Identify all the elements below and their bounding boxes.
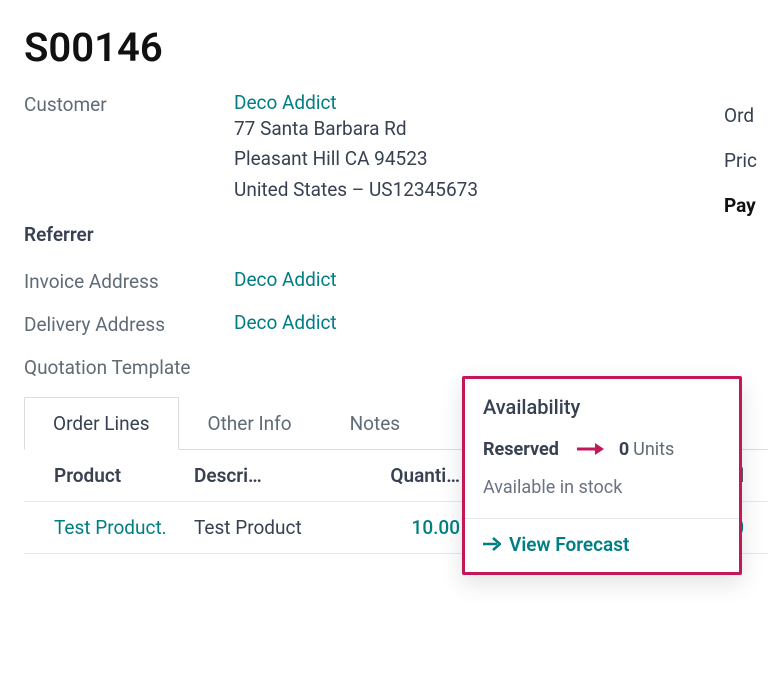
arrow-right-icon [483, 533, 501, 556]
right-label-pay: Pay [724, 194, 768, 217]
customer-label: Customer [24, 91, 234, 116]
reserved-value: 0 [619, 439, 629, 460]
tab-order-lines[interactable]: Order Lines [24, 397, 179, 450]
tab-other-info[interactable]: Other Info [179, 397, 321, 449]
availability-title: Availability [483, 395, 721, 419]
cell-description: Test Product [194, 516, 344, 539]
customer-row: Customer Deco Addict 77 Santa Barbara Rd… [24, 91, 768, 205]
view-forecast-link[interactable]: View Forecast [483, 533, 629, 556]
invoice-address-label: Invoice Address [24, 268, 234, 293]
customer-link[interactable]: Deco Addict [234, 91, 478, 114]
availability-popover: Availability Reserved 0 Units Available … [462, 376, 742, 575]
invoice-address-link[interactable]: Deco Addict [234, 268, 337, 291]
view-forecast-label: View Forecast [509, 533, 629, 556]
arrow-right-icon [577, 437, 605, 461]
delivery-address-label: Delivery Address [24, 311, 234, 336]
quotation-template-label: Quotation Template [24, 354, 234, 379]
referrer-label: Referrer [24, 223, 768, 246]
customer-address-line: 77 Santa Barbara Rd [234, 114, 478, 144]
reserved-units: Units [633, 439, 674, 460]
reserved-line: Reserved 0 Units [483, 437, 721, 461]
customer-address-line: Pleasant Hill CA 94523 [234, 144, 478, 174]
th-description[interactable]: Descri… [194, 464, 344, 487]
reserved-label: Reserved [483, 439, 559, 460]
customer-address-line: United States – US12345673 [234, 175, 478, 205]
order-code: S00146 [24, 24, 768, 71]
cell-product[interactable]: Test Product. [54, 516, 194, 539]
right-cut-labels: Ord Pric Pay [724, 104, 768, 239]
invoice-address-row: Invoice Address Deco Addict [24, 268, 768, 293]
stock-line: Available in stock [483, 477, 721, 498]
right-label-price: Pric [724, 149, 768, 172]
delivery-address-row: Delivery Address Deco Addict [24, 311, 768, 336]
right-label-order: Ord [724, 104, 768, 127]
th-product[interactable]: Product [54, 464, 194, 487]
tab-notes[interactable]: Notes [321, 397, 430, 449]
delivery-address-link[interactable]: Deco Addict [234, 311, 337, 334]
